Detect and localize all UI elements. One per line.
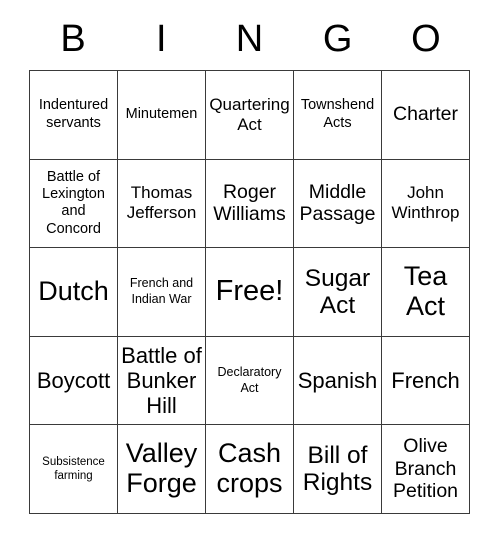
bingo-cell[interactable]: Bill of Rights xyxy=(294,425,382,514)
bingo-cell-label: Olive Branch Petition xyxy=(392,435,459,503)
bingo-cell-label: Battle of Bunker Hill xyxy=(121,342,202,419)
bingo-cell[interactable]: Roger Williams xyxy=(206,159,294,249)
bingo-cell-label: Cash crops xyxy=(216,438,283,499)
bingo-cell[interactable]: Valley Forge xyxy=(118,425,206,514)
bingo-cell-label: Dutch xyxy=(38,276,109,307)
bingo-cell[interactable]: French xyxy=(382,336,470,426)
bingo-cell-label: Townshend Acts xyxy=(300,97,375,131)
bingo-cell[interactable]: Quartering Act xyxy=(206,71,294,160)
bingo-cell[interactable]: Charter xyxy=(382,71,470,160)
bingo-cell-label: Free! xyxy=(215,275,284,308)
header-letter-o: O xyxy=(411,18,441,60)
bingo-cell-label: Tea Act xyxy=(403,261,448,321)
bingo-cell[interactable]: Indentured servants xyxy=(30,71,118,160)
bingo-cell[interactable]: Sugar Act xyxy=(294,248,382,337)
bingo-cell-label: Middle Passage xyxy=(299,180,376,226)
bingo-cell[interactable]: Spanish xyxy=(294,336,382,426)
bingo-grid: Indentured servants Minutemen Quartering A… xyxy=(29,70,470,514)
bingo-cell[interactable]: Subsistence farming xyxy=(30,425,118,514)
header-letter-b: B xyxy=(60,18,86,60)
header-letter-i: I xyxy=(156,18,167,60)
bingo-cell-label: John Winthrop xyxy=(391,183,460,223)
bingo-cell-label: Quartering Act xyxy=(209,94,290,134)
bingo-cell[interactable]: Tea Act xyxy=(382,248,470,337)
bingo-cell-label: Sugar Act xyxy=(304,264,371,319)
bingo-cell[interactable]: Minutemen xyxy=(118,71,206,160)
bingo-cell-label: Roger Williams xyxy=(213,180,286,226)
bingo-cell-label: Valley Forge xyxy=(125,438,198,499)
bingo-cell[interactable]: Battle of Bunker Hill xyxy=(118,336,206,426)
bingo-cell[interactable]: Olive Branch Petition xyxy=(382,425,470,514)
bingo-cell[interactable]: Townshend Acts xyxy=(294,71,382,160)
bingo-cell-free-space[interactable]: Free! xyxy=(206,248,294,337)
header-letter-g: G xyxy=(322,18,353,60)
bingo-header-row: B I N G O xyxy=(29,0,470,70)
bingo-cell[interactable]: Cash crops xyxy=(206,425,294,514)
bingo-cell[interactable]: French and Indian War xyxy=(118,248,206,337)
bingo-cell[interactable]: Dutch xyxy=(30,248,118,337)
bingo-cell-label: Minutemen xyxy=(125,106,198,123)
bingo-cell-label: French and Indian War xyxy=(129,276,194,306)
bingo-cell-label: Boycott xyxy=(36,368,111,394)
bingo-cell-label: Charter xyxy=(392,103,459,126)
bingo-cell-label: Bill of Rights xyxy=(302,441,373,497)
bingo-cell-label: Thomas Jefferson xyxy=(126,183,197,223)
bingo-cell[interactable]: Thomas Jefferson xyxy=(118,159,206,249)
bingo-cell[interactable]: Middle Passage xyxy=(294,159,382,249)
bingo-cell-label: Spanish xyxy=(297,368,378,394)
bingo-cell-label: Subsistence farming xyxy=(42,455,105,483)
header-letter-n: N xyxy=(235,18,264,60)
bingo-cell[interactable]: Battle of Lexington and Concord xyxy=(30,159,118,249)
bingo-cell[interactable]: Boycott xyxy=(30,336,118,426)
bingo-cell[interactable]: Declaratory Act xyxy=(206,336,294,426)
bingo-cell-label: Declaratory Act xyxy=(217,364,282,395)
bingo-cell[interactable]: John Winthrop xyxy=(382,159,470,249)
bingo-cell-label: French xyxy=(391,368,460,394)
bingo-cell-label: Indentured servants xyxy=(38,97,109,131)
bingo-card: B I N G O Indentured servants Minutemen Qu… xyxy=(29,0,470,514)
bingo-cell-label: Battle of Lexington and Concord xyxy=(42,168,105,237)
